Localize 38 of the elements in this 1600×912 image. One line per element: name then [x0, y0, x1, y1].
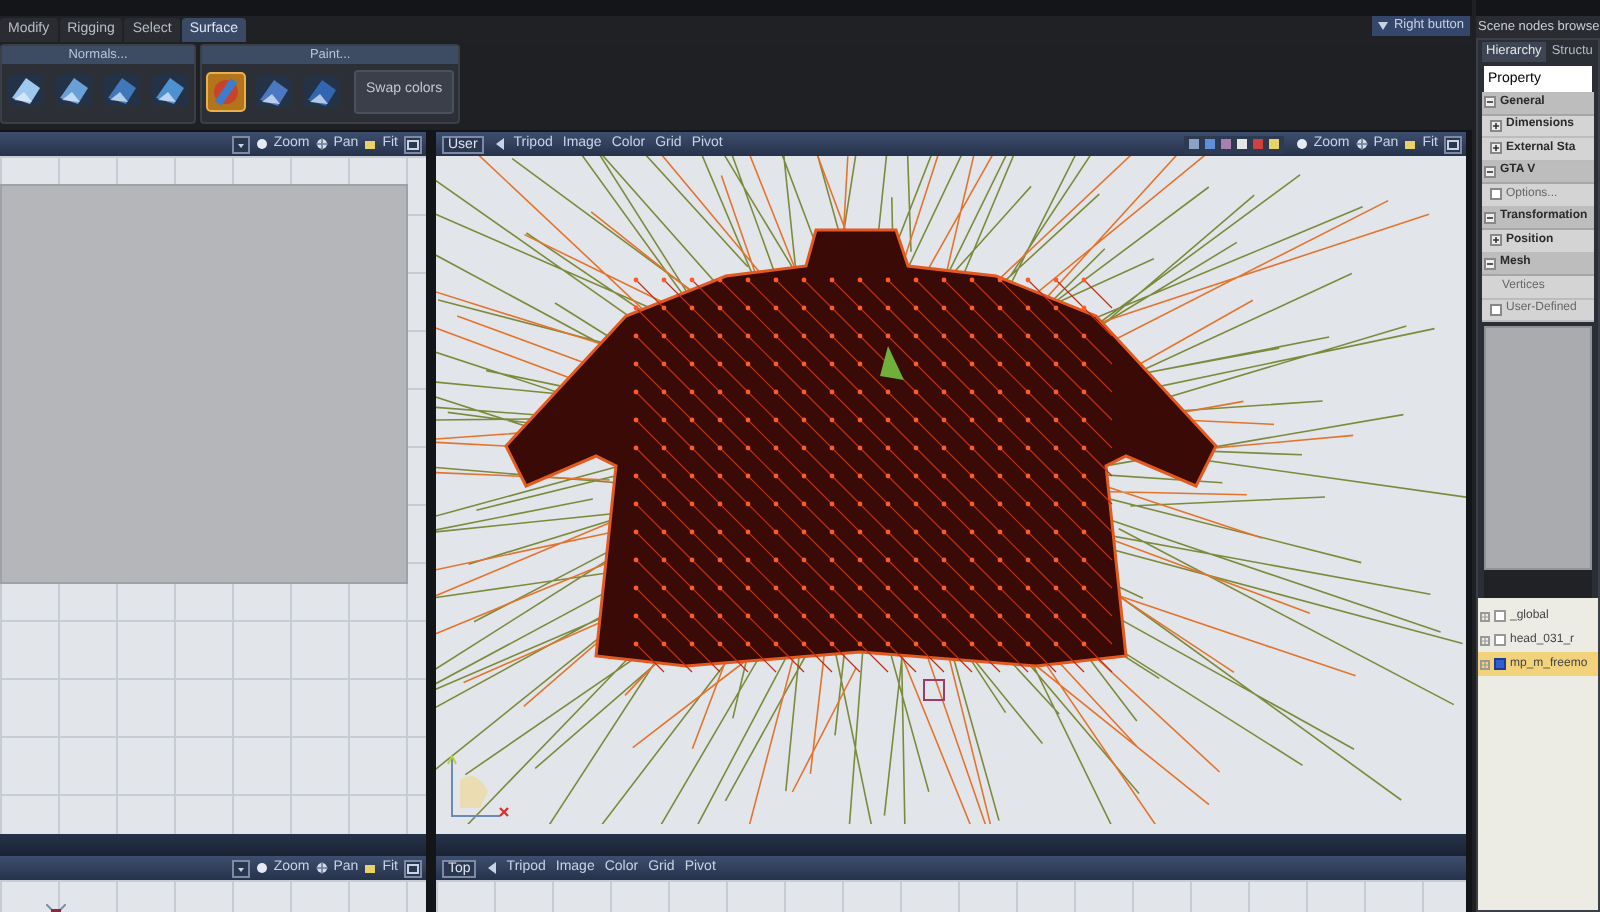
- fit-icon[interactable]: [364, 138, 377, 150]
- collapse-icon[interactable]: [1484, 211, 1496, 224]
- zoom-icon[interactable]: [1295, 138, 1308, 150]
- zoom-icon[interactable]: [255, 138, 268, 150]
- caret-down-icon[interactable]: [1377, 21, 1388, 30]
- checkbox[interactable]: [1494, 634, 1506, 646]
- zoom-icon[interactable]: [255, 862, 268, 874]
- caret-left-icon[interactable]: [495, 138, 506, 150]
- panel-separator: [1484, 570, 1592, 598]
- pan-icon[interactable]: [315, 138, 328, 150]
- checkbox[interactable]: [1490, 303, 1502, 316]
- collapse-icon[interactable]: [1484, 96, 1496, 109]
- tool-icon[interactable]: [54, 69, 94, 110]
- tool-icon[interactable]: [150, 69, 190, 110]
- tool-icon[interactable]: [206, 71, 246, 112]
- dropdown-icon[interactable]: [231, 859, 250, 877]
- pan-icon[interactable]: [1355, 138, 1368, 150]
- caret-left-icon[interactable]: [488, 862, 499, 874]
- maximize-icon[interactable]: [1444, 135, 1462, 153]
- expand-icon[interactable]: [1490, 234, 1502, 247]
- tool-icon[interactable]: [102, 69, 142, 110]
- fit-icon[interactable]: [1404, 138, 1417, 150]
- tool-icon[interactable]: [254, 71, 294, 112]
- maximize-icon[interactable]: [404, 135, 422, 153]
- tool-icon[interactable]: [302, 71, 342, 112]
- checkbox[interactable]: [1494, 658, 1506, 670]
- checkbox[interactable]: [1490, 188, 1502, 201]
- collapse-icon[interactable]: [1484, 257, 1496, 270]
- axis-gizmo-icon: [447, 755, 510, 818]
- dropdown-icon[interactable]: [231, 135, 250, 153]
- expand-icon[interactable]: [1490, 142, 1502, 155]
- fit-icon[interactable]: [364, 862, 377, 874]
- expand-icon[interactable]: [1490, 119, 1502, 132]
- maximize-icon[interactable]: [404, 859, 422, 877]
- collapse-icon[interactable]: [1484, 165, 1496, 178]
- pan-icon[interactable]: [315, 862, 328, 874]
- checkbox[interactable]: [1494, 610, 1506, 622]
- tool-icon[interactable]: [6, 69, 46, 110]
